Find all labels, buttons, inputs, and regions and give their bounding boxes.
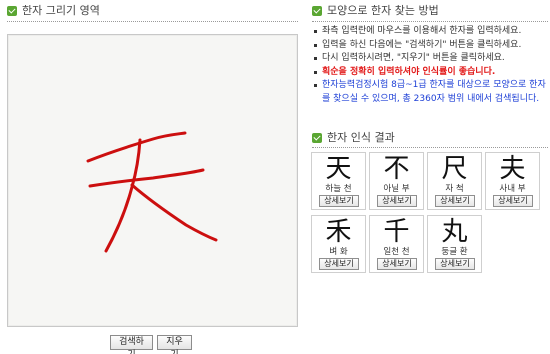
- check-bullet-icon: [7, 6, 17, 16]
- result-hanja: 千: [383, 217, 410, 247]
- stroke-3: [104, 138, 142, 253]
- howto-item-warning: 획순을 정확히 입력하셔야 인식률이 좋습니다.: [312, 66, 548, 80]
- result-meaning: 아닐 부: [383, 184, 410, 194]
- detail-button[interactable]: 상세보기: [319, 258, 359, 270]
- check-bullet-icon: [312, 133, 322, 143]
- result-card[interactable]: 丸 둥글 환 상세보기: [427, 215, 482, 273]
- result-card[interactable]: 不 아닐 부 상세보기: [369, 152, 424, 210]
- howto-item: 좌측 입력란에 마우스를 이용해서 한자를 입력하세요.: [312, 25, 548, 39]
- detail-button[interactable]: 상세보기: [435, 195, 475, 207]
- detail-button[interactable]: 상세보기: [493, 195, 533, 207]
- howto-item: 다시 입력하시려면, "지우기" 버튼을 클릭하세요.: [312, 52, 548, 66]
- howto-item: 입력을 하신 다음에는 "검색하기" 버튼을 클릭하세요.: [312, 39, 548, 53]
- result-meaning: 벼 화: [329, 247, 348, 257]
- handwritten-strokes: [86, 131, 218, 253]
- howto-title-text: 모양으로 한자 찾는 방법: [327, 4, 439, 17]
- result-card[interactable]: 夫 사내 부 상세보기: [485, 152, 540, 210]
- clear-button[interactable]: 지우기: [157, 335, 192, 354]
- result-meaning: 하늘 천: [325, 184, 352, 194]
- detail-button[interactable]: 상세보기: [319, 195, 359, 207]
- drawing-title-divider: [7, 21, 298, 22]
- result-meaning: 둥글 환: [441, 247, 468, 257]
- howto-title-divider: [312, 21, 548, 22]
- drawing-canvas[interactable]: [7, 34, 298, 327]
- stroke-4: [130, 183, 218, 242]
- drawing-area-title-text: 한자 그리기 영역: [22, 4, 100, 17]
- drawing-area-title: 한자 그리기 영역: [7, 4, 100, 18]
- result-hanja: 夫: [499, 154, 526, 184]
- result-hanja: 尺: [441, 154, 468, 184]
- howto-title: 모양으로 한자 찾는 방법: [312, 4, 439, 18]
- result-hanja: 禾: [325, 217, 352, 247]
- result-card[interactable]: 千 일천 천 상세보기: [369, 215, 424, 273]
- result-hanja: 不: [383, 154, 410, 184]
- result-meaning: 자 척: [445, 184, 464, 194]
- result-meaning: 일천 천: [383, 247, 410, 257]
- stroke-1: [86, 131, 187, 163]
- results-title-text: 한자 인식 결과: [327, 131, 395, 144]
- detail-button[interactable]: 상세보기: [435, 258, 475, 270]
- howto-list: 좌측 입력란에 마우스를 이용해서 한자를 입력하세요. 입력을 하신 다음에는…: [312, 25, 548, 106]
- results-title-divider: [312, 147, 548, 148]
- howto-item-info: 한자능력검정시험 8급~1급 한자를 대상으로 모양으로 한자를 찾으실 수 있…: [312, 79, 548, 106]
- detail-button[interactable]: 상세보기: [377, 195, 417, 207]
- result-card[interactable]: 尺 자 척 상세보기: [427, 152, 482, 210]
- result-card[interactable]: 禾 벼 화 상세보기: [311, 215, 366, 273]
- result-card[interactable]: 天 하늘 천 상세보기: [311, 152, 366, 210]
- result-meaning: 사내 부: [499, 184, 526, 194]
- check-bullet-icon: [312, 6, 322, 16]
- result-hanja: 丸: [441, 217, 468, 247]
- detail-button[interactable]: 상세보기: [377, 258, 417, 270]
- results-title: 한자 인식 결과: [312, 131, 395, 145]
- search-button[interactable]: 검색하기: [110, 335, 153, 354]
- result-hanja: 天: [325, 154, 352, 184]
- stroke-2: [88, 168, 205, 188]
